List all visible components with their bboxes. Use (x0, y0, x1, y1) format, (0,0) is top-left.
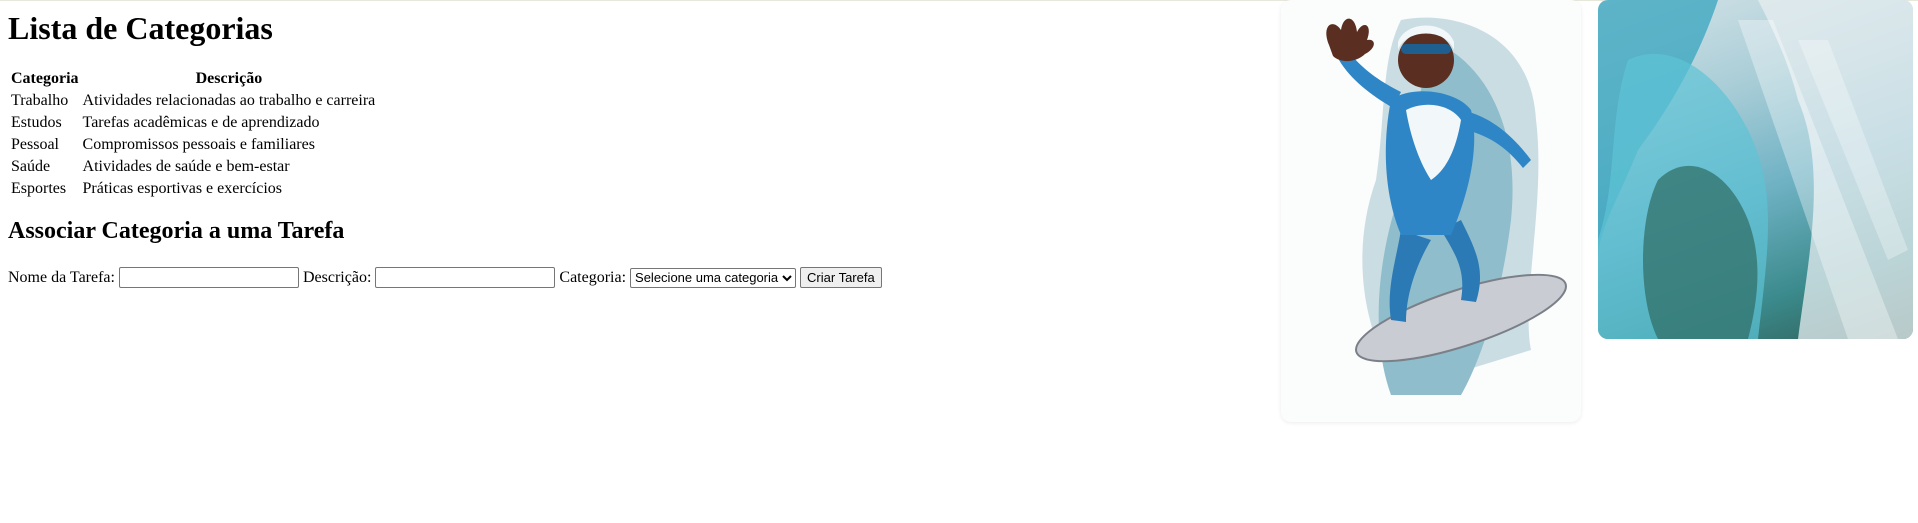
category-label: Categoria: (559, 268, 627, 286)
task-form: Nome da Tarefa: Descrição: Categoria: Se… (8, 267, 1208, 288)
category-name: Trabalho (11, 92, 69, 109)
task-name-label: Nome da Tarefa: (8, 268, 115, 286)
table-row: Esportes Práticas esportivas e exercício… (10, 179, 376, 199)
header-descricao: Descrição (195, 70, 263, 87)
category-name: Estudos (11, 114, 62, 131)
main-content: Lista de Categorias Categoria Descrição … (8, 0, 1208, 288)
section-title: Associar Categoria a uma Tarefa (8, 218, 345, 244)
categories-table: Categoria Descrição Trabalho Atividades … (8, 67, 378, 201)
table-row: Trabalho Atividades relacionadas ao trab… (10, 91, 376, 111)
task-description-label: Descrição: (302, 268, 372, 286)
superhero-surfing-image (1281, 0, 1581, 422)
page-title: Lista de Categorias (8, 10, 273, 46)
category-description: Atividades de saúde e bem-estar (82, 158, 290, 175)
table-row: Pessoal Compromissos pessoais e familiar… (10, 135, 376, 155)
category-description: Compromissos pessoais e familiares (82, 136, 315, 153)
category-description: Tarefas acadêmicas e de aprendizado (82, 114, 320, 131)
table-header-row: Categoria Descrição (10, 69, 376, 89)
category-name: Pessoal (11, 136, 59, 153)
header-categoria: Categoria (11, 70, 79, 87)
ice-wave-illustration (1598, 0, 1913, 339)
category-description: Atividades relacionadas ao trabalho e ca… (82, 92, 376, 109)
ice-wave-image (1598, 0, 1913, 339)
table-row: Saúde Atividades de saúde e bem-estar (10, 157, 376, 177)
category-description: Práticas esportivas e exercícios (82, 180, 283, 197)
task-name-input[interactable] (118, 267, 299, 288)
category-name: Saúde (11, 158, 51, 175)
task-description-input[interactable] (375, 267, 556, 288)
superhero-illustration (1326, 17, 1567, 395)
category-name: Esportes (11, 180, 67, 197)
table-row: Estudos Tarefas acadêmicas e de aprendiz… (10, 113, 376, 133)
create-task-button[interactable]: Criar Tarefa (800, 267, 882, 288)
category-select[interactable]: Selecione uma categoria (630, 267, 797, 288)
